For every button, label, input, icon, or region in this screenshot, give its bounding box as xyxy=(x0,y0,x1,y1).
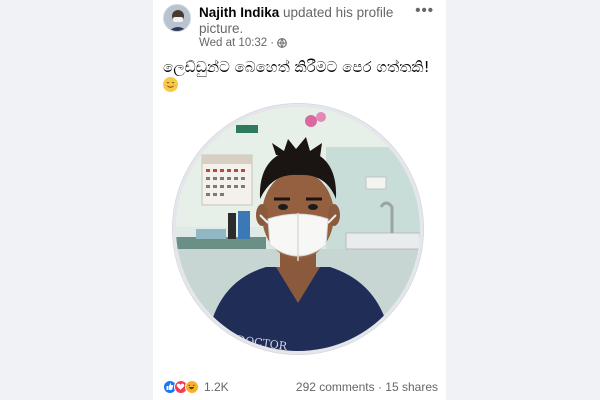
profile-picture-area: DOCTOR xyxy=(153,98,446,360)
author-line: Najith Indika updated his profile pictur… xyxy=(199,5,414,37)
post-caption: ලෙඩ්ඩුන්ට බෙහෙත් කිරීමට පෙර ගත්තකි! xyxy=(163,58,446,94)
post-meta: Wed at 10:32 · xyxy=(199,37,287,49)
smiling-face-icon xyxy=(163,77,178,92)
reaction-count: 1.2K xyxy=(204,380,229,394)
post-timestamp[interactable]: Wed at 10:32 xyxy=(199,37,267,49)
right-gutter xyxy=(446,0,600,400)
profile-photo-image: DOCTOR xyxy=(176,107,420,351)
engagement-stats: 292 comments · 15 shares xyxy=(296,380,438,394)
profile-picture[interactable]: DOCTOR xyxy=(173,104,423,354)
comments-count[interactable]: 292 comments xyxy=(296,380,375,394)
avatar[interactable] xyxy=(163,4,191,32)
stats-separator: · xyxy=(377,380,382,394)
reactions-summary[interactable]: 1.2K xyxy=(163,380,229,394)
globe-icon xyxy=(277,38,287,48)
avatar-image xyxy=(164,5,190,31)
more-options-button[interactable]: ••• xyxy=(415,2,434,19)
left-gutter xyxy=(0,0,153,400)
feed-post: Najith Indika updated his profile pictur… xyxy=(153,0,446,400)
shares-count[interactable]: 15 shares xyxy=(385,380,438,394)
haha-icon xyxy=(185,380,199,394)
post-header: Najith Indika updated his profile pictur… xyxy=(163,2,438,52)
post-footer: 1.2K 292 comments · 15 shares xyxy=(163,380,438,398)
caption-text: ලෙඩ්ඩුන්ට බෙහෙත් කිරීමට පෙර ගත්තකි! xyxy=(163,58,430,76)
meta-separator: · xyxy=(270,37,275,49)
author-name[interactable]: Najith Indika xyxy=(199,5,279,20)
